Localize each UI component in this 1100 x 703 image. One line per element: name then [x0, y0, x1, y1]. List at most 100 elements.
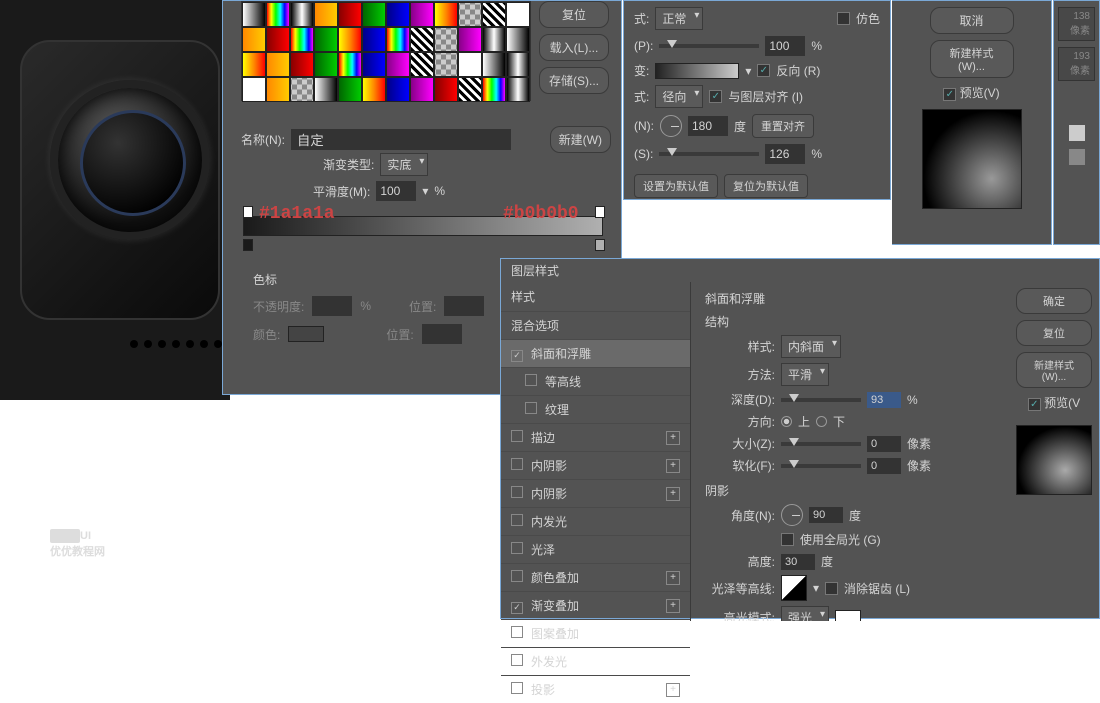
save-button[interactable]: 存储(S)... — [539, 67, 609, 94]
scale-slider[interactable] — [659, 152, 759, 156]
styles-header: 样式 — [501, 282, 690, 311]
gradient-style-select[interactable]: 径向 — [655, 85, 703, 108]
opacity-input[interactable] — [765, 36, 805, 56]
gloss-contour[interactable] — [781, 575, 807, 601]
left-hex-annotation: #1a1a1a — [259, 204, 335, 224]
divider — [1054, 87, 1099, 117]
preview-checkbox[interactable] — [943, 88, 956, 101]
load-button[interactable]: 载入(L)... — [539, 34, 609, 61]
effect-preview — [922, 109, 1022, 209]
size-chip-2: 193 像素 — [1058, 47, 1095, 81]
pattern-overlay-item[interactable]: 图案叠加 — [501, 619, 690, 647]
new-style-button[interactable]: 新建样式(W)... — [930, 40, 1014, 78]
reverse-checkbox[interactable] — [757, 64, 770, 77]
depth-slider[interactable] — [781, 398, 861, 402]
inner-glow-item[interactable]: 内发光 — [501, 507, 690, 535]
smoothness-input[interactable] — [376, 181, 416, 201]
angle-input[interactable] — [688, 116, 728, 136]
stop-position-input-2 — [422, 324, 462, 344]
tool-icon-2[interactable] — [1069, 149, 1085, 165]
name-input[interactable] — [291, 129, 511, 150]
texture-item[interactable]: 纹理 — [501, 395, 690, 423]
soften-input[interactable] — [867, 458, 901, 474]
scale-input[interactable] — [765, 144, 805, 164]
size-chip-1: 138 像素 — [1058, 7, 1095, 41]
far-right-sliver: 138 像素 193 像素 — [1053, 0, 1100, 245]
opacity-slider[interactable] — [659, 44, 759, 48]
reset-default-button[interactable]: 复位为默认值 — [724, 174, 808, 198]
camera-lens — [50, 80, 210, 240]
camera-device — [0, 0, 230, 400]
align-layer-checkbox[interactable] — [709, 90, 722, 103]
size-slider[interactable] — [781, 442, 861, 446]
bevel-technique-select[interactable]: 平滑 — [781, 363, 829, 386]
outer-glow-item[interactable]: 外发光 — [501, 647, 690, 675]
drop-shadow-item[interactable]: 投影+ — [501, 675, 690, 703]
layer-style-dialog: 图层样式 样式 混合选项 斜面和浮雕 等高线 纹理 描边+ 内阴影+ 内阴影+ … — [500, 258, 1100, 619]
watermark: UI 优优教程网 — [50, 529, 105, 559]
new-style-button-ls[interactable]: 新建样式(W)... — [1016, 352, 1092, 388]
dither-checkbox[interactable] — [837, 12, 850, 25]
reset-button[interactable]: 复位 — [539, 1, 609, 28]
color-overlay-item[interactable]: 颜色叠加+ — [501, 563, 690, 591]
contour-item[interactable]: 等高线 — [501, 367, 690, 395]
right-hex-annotation: #b0b0b0 — [503, 204, 579, 224]
opacity-stop-right[interactable] — [595, 206, 605, 218]
bevel-emboss-item[interactable]: 斜面和浮雕 — [501, 339, 690, 367]
effect-preview-ls — [1016, 425, 1092, 495]
preview-checkbox-ls[interactable] — [1028, 398, 1041, 411]
gradient-type-label: 渐变类型: — [323, 156, 374, 173]
inner-shadow-item-2[interactable]: 内阴影+ — [501, 479, 690, 507]
gradient-preset-grid[interactable] — [241, 1, 531, 101]
opacity-label: 不透明度: — [253, 298, 304, 315]
cancel-button[interactable]: 取消 — [930, 7, 1014, 34]
direction-up-radio[interactable] — [781, 416, 792, 427]
chevron-down-icon[interactable]: ▾ — [422, 184, 428, 198]
dialog-title: 图层样式 — [501, 259, 1099, 282]
gradient-overlay-item[interactable]: 渐变叠加+ — [501, 591, 690, 619]
right-buttons-panel: 取消 新建样式(W)... 预览(V) — [892, 0, 1052, 245]
make-default-button[interactable]: 设置为默认值 — [634, 174, 718, 198]
style-list: 样式 混合选项 斜面和浮雕 等高线 纹理 描边+ 内阴影+ 内阴影+ 内发光 光… — [501, 282, 691, 621]
speaker-holes — [130, 340, 236, 348]
opacity-stop-left[interactable] — [243, 206, 253, 218]
blend-options-item[interactable]: 混合选项 — [501, 311, 690, 339]
name-label: 名称(N): — [241, 131, 285, 148]
layer-style-buttons: 确定 复位 新建样式(W)... 预览(V — [1009, 282, 1099, 621]
shading-angle-dial[interactable] — [781, 504, 803, 526]
antialias-checkbox[interactable] — [825, 582, 838, 595]
color-stop-right[interactable] — [595, 239, 605, 251]
color-stop-left[interactable] — [243, 239, 253, 251]
stop-color-swatch — [288, 326, 324, 342]
direction-down-radio[interactable] — [816, 416, 827, 427]
satin-item[interactable]: 光泽 — [501, 535, 690, 563]
bevel-style-select[interactable]: 内斜面 — [781, 335, 841, 358]
position-label-2: 位置: — [386, 326, 413, 343]
angle-input-ls[interactable] — [809, 507, 843, 523]
ok-button[interactable]: 确定 — [1016, 288, 1092, 314]
soften-slider[interactable] — [781, 464, 861, 468]
tool-icon-1[interactable] — [1069, 125, 1085, 141]
stop-opacity-input — [312, 296, 352, 316]
highlight-color[interactable] — [835, 610, 861, 622]
size-input[interactable] — [867, 436, 901, 452]
color-label: 颜色: — [253, 326, 280, 343]
stop-position-input-1 — [444, 296, 484, 316]
global-light-checkbox[interactable] — [781, 533, 794, 546]
stops-title: 色标 — [253, 271, 484, 288]
percent-label: % — [434, 184, 445, 198]
gradient-overlay-panel: 式: 正常 仿色 (P): % 变: ▾ 反向 (R) 式: 径向 与图层对齐 … — [623, 0, 891, 200]
new-button[interactable]: 新建(W) — [550, 126, 611, 153]
angle-dial[interactable] — [660, 115, 682, 137]
gradient-picker[interactable] — [655, 63, 739, 79]
smoothness-label: 平滑度(M): — [313, 183, 370, 200]
depth-input[interactable] — [867, 392, 901, 408]
position-label-1: 位置: — [409, 298, 436, 315]
inner-shadow-item-1[interactable]: 内阴影+ — [501, 451, 690, 479]
blend-mode-select[interactable]: 正常 — [655, 7, 703, 30]
reset-button-ls[interactable]: 复位 — [1016, 320, 1092, 346]
reset-align-button[interactable]: 重置对齐 — [752, 114, 814, 138]
stroke-item[interactable]: 描边+ — [501, 423, 690, 451]
gradient-type-select[interactable]: 实底 — [380, 153, 428, 176]
altitude-input[interactable] — [781, 554, 815, 570]
